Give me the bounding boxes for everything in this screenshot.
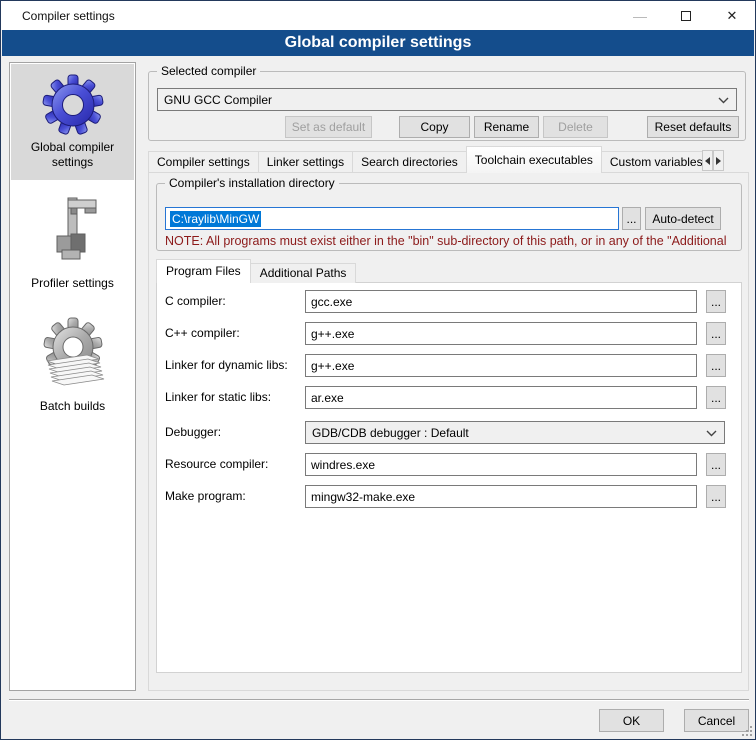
resource-compiler-input[interactable] [305,453,697,476]
chevron-down-icon [718,97,729,104]
sidebar-item-label: Batch builds [11,399,134,424]
resize-grip[interactable] [741,725,752,736]
titlebar: Compiler settings — ✕ [1,1,755,30]
dynamic-linker-row: Linker for dynamic libs: ... [157,354,741,377]
debugger-select[interactable]: GDB/CDB debugger : Default [305,421,725,444]
cpp-compiler-row: C++ compiler: ... [157,322,741,345]
selected-compiler-group: Selected compiler GNU GCC Compiler Set a… [148,71,746,141]
rename-button[interactable]: Rename [474,116,539,138]
maximize-icon[interactable] [663,1,709,30]
group-label: Compiler's installation directory [165,176,339,190]
debugger-select-value: GDB/CDB debugger : Default [312,426,469,440]
browse-directory-button[interactable]: ... [622,207,641,230]
compiler-select-value: GNU GCC Compiler [164,93,272,107]
group-label: Selected compiler [157,64,260,78]
browse-static-linker-button[interactable]: ... [706,386,726,409]
tab-scroll-left-button[interactable] [702,150,713,171]
tab-additional-paths[interactable]: Additional Paths [250,263,357,283]
tab-search-directories[interactable]: Search directories [352,151,467,173]
chevron-down-icon [706,430,717,437]
program-files-tabstrip: Program Files Additional Paths [156,259,355,283]
field-label: Linker for dynamic libs: [165,358,288,372]
compiler-select[interactable]: GNU GCC Compiler [157,88,737,111]
gear-stack-icon [37,315,109,395]
sidebar-item-label: Global compiler settings [11,140,134,180]
sidebar-item-batch-builds[interactable]: Batch builds [11,307,134,424]
reset-defaults-button[interactable]: Reset defaults [647,116,739,138]
sidebar-item-global-compiler-settings[interactable]: Global compiler settings [11,64,134,180]
field-label: Debugger: [165,425,221,439]
resource-compiler-row: Resource compiler: ... [157,453,741,476]
tab-custom-variables[interactable]: Custom variables [601,151,702,173]
static-linker-input[interactable] [305,386,697,409]
browse-c-compiler-button[interactable]: ... [706,290,726,313]
settings-category-list: Global compiler settings Profiler settin… [9,62,136,691]
make-program-input[interactable] [305,485,697,508]
tab-scroll-right-button[interactable] [713,150,724,171]
browse-cpp-compiler-button[interactable]: ... [706,322,726,345]
dynamic-linker-input[interactable] [305,354,697,377]
window-title: Compiler settings [22,9,115,23]
note-text: NOTE: All programs must exist either in … [165,234,739,248]
sidebar-item-profiler-settings[interactable]: Profiler settings [11,186,134,301]
static-linker-row: Linker for static libs: ... [157,386,741,409]
arrow-right-icon [716,157,721,165]
browse-dynamic-linker-button[interactable]: ... [706,354,726,377]
browse-make-program-button[interactable]: ... [706,485,726,508]
program-files-page: C compiler: ... C++ compiler: ... Linker… [156,282,742,673]
installation-directory-input[interactable]: C:\raylib\MinGW [165,207,619,230]
auto-detect-button[interactable]: Auto-detect [645,207,721,230]
footer-divider [9,699,749,701]
field-label: C compiler: [165,294,226,308]
caliper-icon [41,194,105,272]
close-icon[interactable]: ✕ [709,1,755,30]
browse-resource-compiler-button[interactable]: ... [706,453,726,476]
field-label: Resource compiler: [165,457,268,471]
copy-button[interactable]: Copy [399,116,470,138]
ok-button[interactable]: OK [599,709,664,732]
field-label: Make program: [165,489,246,503]
field-label: Linker for static libs: [165,390,271,404]
tab-linker-settings[interactable]: Linker settings [258,151,353,173]
cpp-compiler-input[interactable] [305,322,697,345]
tab-compiler-settings[interactable]: Compiler settings [148,151,259,173]
make-program-row: Make program: ... [157,485,741,508]
compiler-settings-dialog: Compiler settings — ✕ Global compiler se… [0,0,756,740]
blue-gear-icon [41,72,105,136]
page-title: Global compiler settings [2,30,754,56]
c-compiler-row: C compiler: ... [157,290,741,313]
settings-tabstrip: Compiler settings Linker settings Search… [148,146,702,173]
tab-toolchain-executables[interactable]: Toolchain executables [466,146,602,173]
sidebar-item-label: Profiler settings [11,276,134,301]
installation-directory-group: Compiler's installation directory C:\ray… [156,183,742,251]
delete-button[interactable]: Delete [543,116,608,138]
debugger-row: Debugger: GDB/CDB debugger : Default [157,421,741,444]
arrow-left-icon [705,157,710,165]
minimize-icon[interactable]: — [617,1,663,30]
c-compiler-input[interactable] [305,290,697,313]
field-label: C++ compiler: [165,326,240,340]
tab-program-files[interactable]: Program Files [156,259,251,283]
cancel-button[interactable]: Cancel [684,709,749,732]
set-as-default-button[interactable]: Set as default [285,116,372,138]
selected-text: C:\raylib\MinGW [170,211,261,227]
